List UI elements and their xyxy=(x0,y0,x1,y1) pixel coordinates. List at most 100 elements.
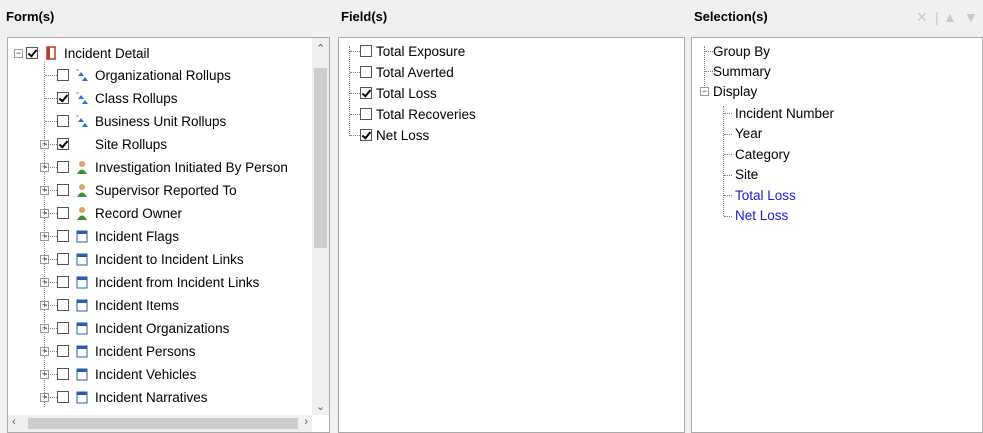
field-item[interactable]: Total Recoveries xyxy=(360,103,476,125)
root-checkbox[interactable] xyxy=(26,47,38,59)
display-item[interactable]: Site xyxy=(735,164,758,186)
display-item[interactable]: Category xyxy=(735,143,790,165)
tree-branch xyxy=(45,328,57,329)
forms-vscroll-thumb[interactable] xyxy=(314,68,327,248)
tree-item[interactable]: Site Rollups xyxy=(57,133,167,155)
tree-item[interactable]: Incident Flags xyxy=(57,225,179,247)
selection-node[interactable]: Display xyxy=(713,80,757,102)
display-collapse-toggle[interactable]: − xyxy=(700,87,709,96)
move-down-icon[interactable]: ▼ xyxy=(964,9,978,25)
tree-item[interactable]: Business Unit Rollups xyxy=(57,110,226,132)
display-branch xyxy=(724,174,732,176)
forms-horizontal-scrollbar[interactable]: ‹ › xyxy=(8,415,312,432)
item-label: Incident from Incident Links xyxy=(95,274,260,290)
item-label: Incident to Incident Links xyxy=(95,251,244,267)
field-label: Total Loss xyxy=(376,85,437,101)
move-up-icon[interactable]: ▲ xyxy=(943,9,957,25)
person-icon xyxy=(75,160,89,174)
item-checkbox[interactable] xyxy=(57,368,69,380)
item-checkbox[interactable] xyxy=(57,322,69,334)
tree-branch xyxy=(45,121,57,122)
selection-node[interactable]: Group By xyxy=(713,40,770,62)
forms-tree[interactable]: − Incident Detail Organizational Rollups… xyxy=(7,37,330,433)
tree-root[interactable]: Incident Detail xyxy=(26,42,150,64)
forms-hscroll-thumb[interactable] xyxy=(28,418,298,429)
forms-header: Form(s) xyxy=(0,0,330,33)
item-label: Business Unit Rollups xyxy=(95,113,227,129)
display-item[interactable]: Net Loss xyxy=(735,205,788,227)
toolbar-divider: | xyxy=(935,9,939,25)
item-label: Record Owner xyxy=(95,205,183,221)
form-icon xyxy=(44,46,58,60)
scroll-right-arrow-icon[interactable]: › xyxy=(304,416,308,428)
tree-item[interactable]: Incident Persons xyxy=(57,340,196,362)
tree-item[interactable]: Record Owner xyxy=(57,202,182,224)
item-checkbox[interactable] xyxy=(57,161,69,173)
scroll-down-arrow-icon[interactable]: ⌄ xyxy=(316,400,325,413)
scroll-up-arrow-icon[interactable]: ⌃ xyxy=(316,42,325,55)
item-checkbox[interactable] xyxy=(57,230,69,242)
table-icon xyxy=(75,390,89,404)
field-checkbox[interactable] xyxy=(360,108,372,120)
item-checkbox[interactable] xyxy=(57,115,69,127)
field-label: Total Exposure xyxy=(376,43,466,59)
tree-item[interactable]: Incident Narratives xyxy=(57,386,208,408)
tree-branch xyxy=(45,75,57,76)
item-checkbox[interactable] xyxy=(57,184,69,196)
rollup-icon xyxy=(75,91,89,105)
item-label: Incident Persons xyxy=(95,343,196,359)
selections-header: Selection(s) xyxy=(688,0,983,33)
field-item[interactable]: Total Loss xyxy=(360,82,437,104)
tree-item[interactable]: Supervisor Reported To xyxy=(57,179,237,201)
tree-item[interactable]: Incident to Incident Links xyxy=(57,248,244,270)
tree-item[interactable]: Class Rollups xyxy=(57,87,178,109)
item-checkbox[interactable] xyxy=(57,391,69,403)
tree-item[interactable]: Organizational Rollups xyxy=(57,64,231,86)
item-checkbox[interactable] xyxy=(57,207,69,219)
root-collapse-toggle[interactable]: − xyxy=(14,49,23,58)
tree-item[interactable]: Incident Vehicles xyxy=(57,363,196,385)
table-icon xyxy=(75,367,89,381)
table-icon xyxy=(75,298,89,312)
field-checkbox[interactable] xyxy=(360,45,372,57)
item-label: Site Rollups xyxy=(95,136,168,152)
item-checkbox[interactable] xyxy=(57,69,69,81)
display-item[interactable]: Year xyxy=(735,123,762,145)
display-item[interactable]: Incident Number xyxy=(735,102,834,124)
field-item[interactable]: Net Loss xyxy=(360,124,429,146)
table-icon xyxy=(75,252,89,266)
tree-item[interactable]: Incident Items xyxy=(57,294,179,316)
fields-connector xyxy=(349,46,350,136)
field-item[interactable]: Total Exposure xyxy=(360,40,465,62)
display-item[interactable]: Total Loss xyxy=(735,184,796,206)
item-checkbox[interactable] xyxy=(57,138,69,150)
selections-tree[interactable]: Group By Summary − Display Incident Number Ye… xyxy=(691,37,983,433)
field-checkbox[interactable] xyxy=(360,66,372,78)
item-checkbox[interactable] xyxy=(57,345,69,357)
item-checkbox[interactable] xyxy=(57,92,69,104)
forms-vertical-scrollbar[interactable]: ⌃ ⌄ xyxy=(312,38,329,415)
scroll-left-arrow-icon[interactable]: ‹ xyxy=(12,416,16,428)
field-checkbox[interactable] xyxy=(360,87,372,99)
field-branch xyxy=(350,114,360,115)
field-branch xyxy=(350,93,360,94)
item-checkbox[interactable] xyxy=(57,299,69,311)
item-checkbox[interactable] xyxy=(57,276,69,288)
field-checkbox[interactable] xyxy=(360,129,372,141)
table-icon xyxy=(75,229,89,243)
remove-icon[interactable]: ✕ xyxy=(916,9,928,26)
fields-list[interactable]: Total Exposure Total Averted Total Loss Tot… xyxy=(338,37,685,433)
item-label: Incident Vehicles xyxy=(95,366,197,382)
selections-pane: Selection(s) ✕ | ▲ ▼ Group By Summary − Dis… xyxy=(688,0,983,433)
tree-item[interactable]: Incident Organizations xyxy=(57,317,229,339)
field-label: Net Loss xyxy=(376,127,430,143)
item-checkbox[interactable] xyxy=(57,253,69,265)
selection-node[interactable]: Summary xyxy=(713,60,771,82)
field-item[interactable]: Total Averted xyxy=(360,61,454,83)
fields-header: Field(s) xyxy=(335,0,685,33)
tree-branch xyxy=(45,282,57,283)
tree-item[interactable]: Incident from Incident Links xyxy=(57,271,259,293)
item-label: Incident Organizations xyxy=(95,320,230,336)
tree-item[interactable]: Investigation Initiated By Person xyxy=(57,156,288,178)
tree-branch xyxy=(45,397,57,398)
